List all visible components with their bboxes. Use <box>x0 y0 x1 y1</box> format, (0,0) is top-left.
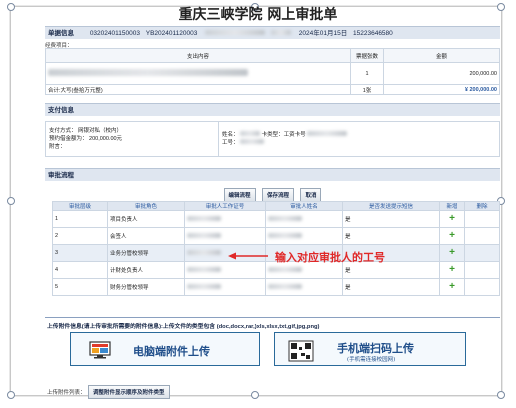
workno-input[interactable] <box>184 278 266 296</box>
role-cell: 计财处负责人 <box>107 261 185 279</box>
role-cell: 业务分管校领导 <box>107 244 185 262</box>
doc-info-bar: 单据信息 03202401150003 YB202401120003 2024年… <box>45 26 500 39</box>
doc-no-1: 03202401150003 <box>89 30 140 37</box>
approval-label: 审批流程 <box>48 172 74 179</box>
pc-upload-button[interactable]: 电脑端附件上传 <box>70 332 260 366</box>
doc-info-label: 单据信息 <box>48 30 74 37</box>
redacted-field <box>48 69 248 76</box>
col-amount: 金额 <box>383 48 500 63</box>
page-title: 重庆三峡学院 网上审批单 <box>178 7 338 23</box>
redacted-field <box>270 30 291 35</box>
save-flow-button[interactable]: 保存流程 <box>261 188 294 202</box>
add-row-icon[interactable]: + <box>449 264 455 275</box>
table-row: 1 项目负责人 是 + <box>52 210 500 228</box>
table-row: 5 财务分管校领导 是 + <box>52 278 500 296</box>
content-cell <box>45 62 351 85</box>
divider <box>45 317 500 318</box>
resize-handle-bottom[interactable] <box>251 391 259 399</box>
approver-name-cell <box>265 210 343 228</box>
col-header: 审批人姓名 <box>265 201 343 211</box>
count-cell: 1 <box>350 62 384 85</box>
annotation-arrow-icon <box>228 252 268 260</box>
sms-cell: 是 <box>342 210 440 228</box>
adjust-order-button[interactable]: 调整附件显示顺序及附件类型 <box>88 385 170 399</box>
payment-label: 支付信息 <box>48 107 74 114</box>
edit-flow-button[interactable]: 编辑流程 <box>223 188 256 202</box>
col-header: 审批层级 <box>52 201 108 211</box>
role-cell: 项目负责人 <box>107 210 185 228</box>
mobile-upload-label: 手机端扫码上传 <box>337 342 414 355</box>
level-cell: 4 <box>52 261 108 279</box>
level-cell: 5 <box>52 278 108 296</box>
payment-method: 支付方式： 网银对私（校内） <box>49 128 123 134</box>
redacted-field <box>307 131 348 136</box>
table-row: 2 会签人 是 + <box>52 227 500 245</box>
role-cell: 财务分管校领导 <box>107 278 185 296</box>
resize-handle-left[interactable] <box>7 197 15 205</box>
approver-name-cell <box>265 278 343 296</box>
pc-upload-label: 电脑端附件上传 <box>133 345 210 358</box>
redacted-field <box>240 131 261 136</box>
expense-table: 支出内容 票据张数 金额 1 200,000.00 合计:大写(叁拾万元整) 1… <box>45 48 500 95</box>
attachment-info: 上传附件信息(请上传审批所需要的附件信息):上传文件的类型包含 (doc,doc… <box>47 324 320 330</box>
level-cell: 3 <box>52 244 108 262</box>
col-header: 新增 <box>439 201 465 211</box>
doc-date: 2024年01月15日 <box>298 30 348 37</box>
redacted-field <box>205 30 266 35</box>
approver-name-cell <box>265 227 343 245</box>
payee-workno-row: 工号： <box>222 138 265 146</box>
divider <box>218 122 219 156</box>
col-count: 票据张数 <box>350 48 384 63</box>
workno-input[interactable] <box>184 210 266 228</box>
role-cell: 会签人 <box>107 227 185 245</box>
redacted-field <box>240 139 265 144</box>
col-header: 删除 <box>464 201 500 211</box>
computer-icon <box>89 341 111 359</box>
payment-note: 附言： <box>49 144 66 150</box>
attachment-list-label: 上传附件列表： <box>47 390 86 396</box>
sms-cell: 是 <box>342 278 440 296</box>
payment-box: 支付方式： 网银对私（校内） 预约借金额为： 200,000.00元 附言： 姓… <box>45 121 500 157</box>
amount-cell: 200,000.00 <box>383 62 500 85</box>
add-row-icon[interactable]: + <box>449 281 455 292</box>
mobile-upload-sub: (手机需连接校园网) <box>347 357 396 363</box>
attachment-list-row: 上传附件列表： 调整附件显示顺序及附件类型 <box>47 385 171 399</box>
col-header: 是否发送提示短信 <box>342 201 440 211</box>
add-row-icon[interactable]: + <box>449 247 455 258</box>
total-count: 1张 <box>350 84 384 95</box>
total-label: 合计:大写(叁拾万元整) <box>45 84 351 95</box>
card-type-label: 卡类型：工资卡号 <box>261 132 306 138</box>
mobile-upload-button[interactable]: 手机端扫码上传 (手机需连接校园网) <box>274 332 466 366</box>
payee-name-row: 姓名： 卡类型：工资卡号 <box>222 130 348 138</box>
payment-amount: 预约借金额为： 200,000.00元 <box>49 136 123 142</box>
add-row-icon[interactable]: + <box>449 213 455 224</box>
qrcode-scan-icon <box>288 340 314 362</box>
col-header: 审批人工作证号 <box>184 201 266 211</box>
workno-input[interactable] <box>184 227 266 245</box>
total-amount: ¥ 200,000.00 <box>383 84 500 95</box>
add-row-icon[interactable]: + <box>449 230 455 241</box>
workno-input[interactable] <box>184 261 266 279</box>
doc-phone: 15223646580 <box>353 30 393 37</box>
approval-toolbar: 编辑流程 保存流程 取消 <box>45 184 500 202</box>
level-cell: 1 <box>52 210 108 228</box>
annotation-text: 输入对应审批人的工号 <box>275 251 385 264</box>
doc-no-2: YB202401120003 <box>145 30 198 37</box>
col-header: 审批角色 <box>107 201 185 211</box>
sms-cell: 是 <box>342 227 440 245</box>
cancel-button[interactable]: 取消 <box>300 188 322 202</box>
payment-section-bar: 支付信息 <box>45 103 500 116</box>
level-cell: 2 <box>52 227 108 245</box>
col-content: 支出内容 <box>45 48 351 63</box>
approval-section-bar: 审批流程 <box>45 168 500 181</box>
resize-handle-bl[interactable] <box>7 391 15 399</box>
workno-label: 工号： <box>222 140 239 146</box>
resize-handle-br[interactable] <box>497 391 505 399</box>
